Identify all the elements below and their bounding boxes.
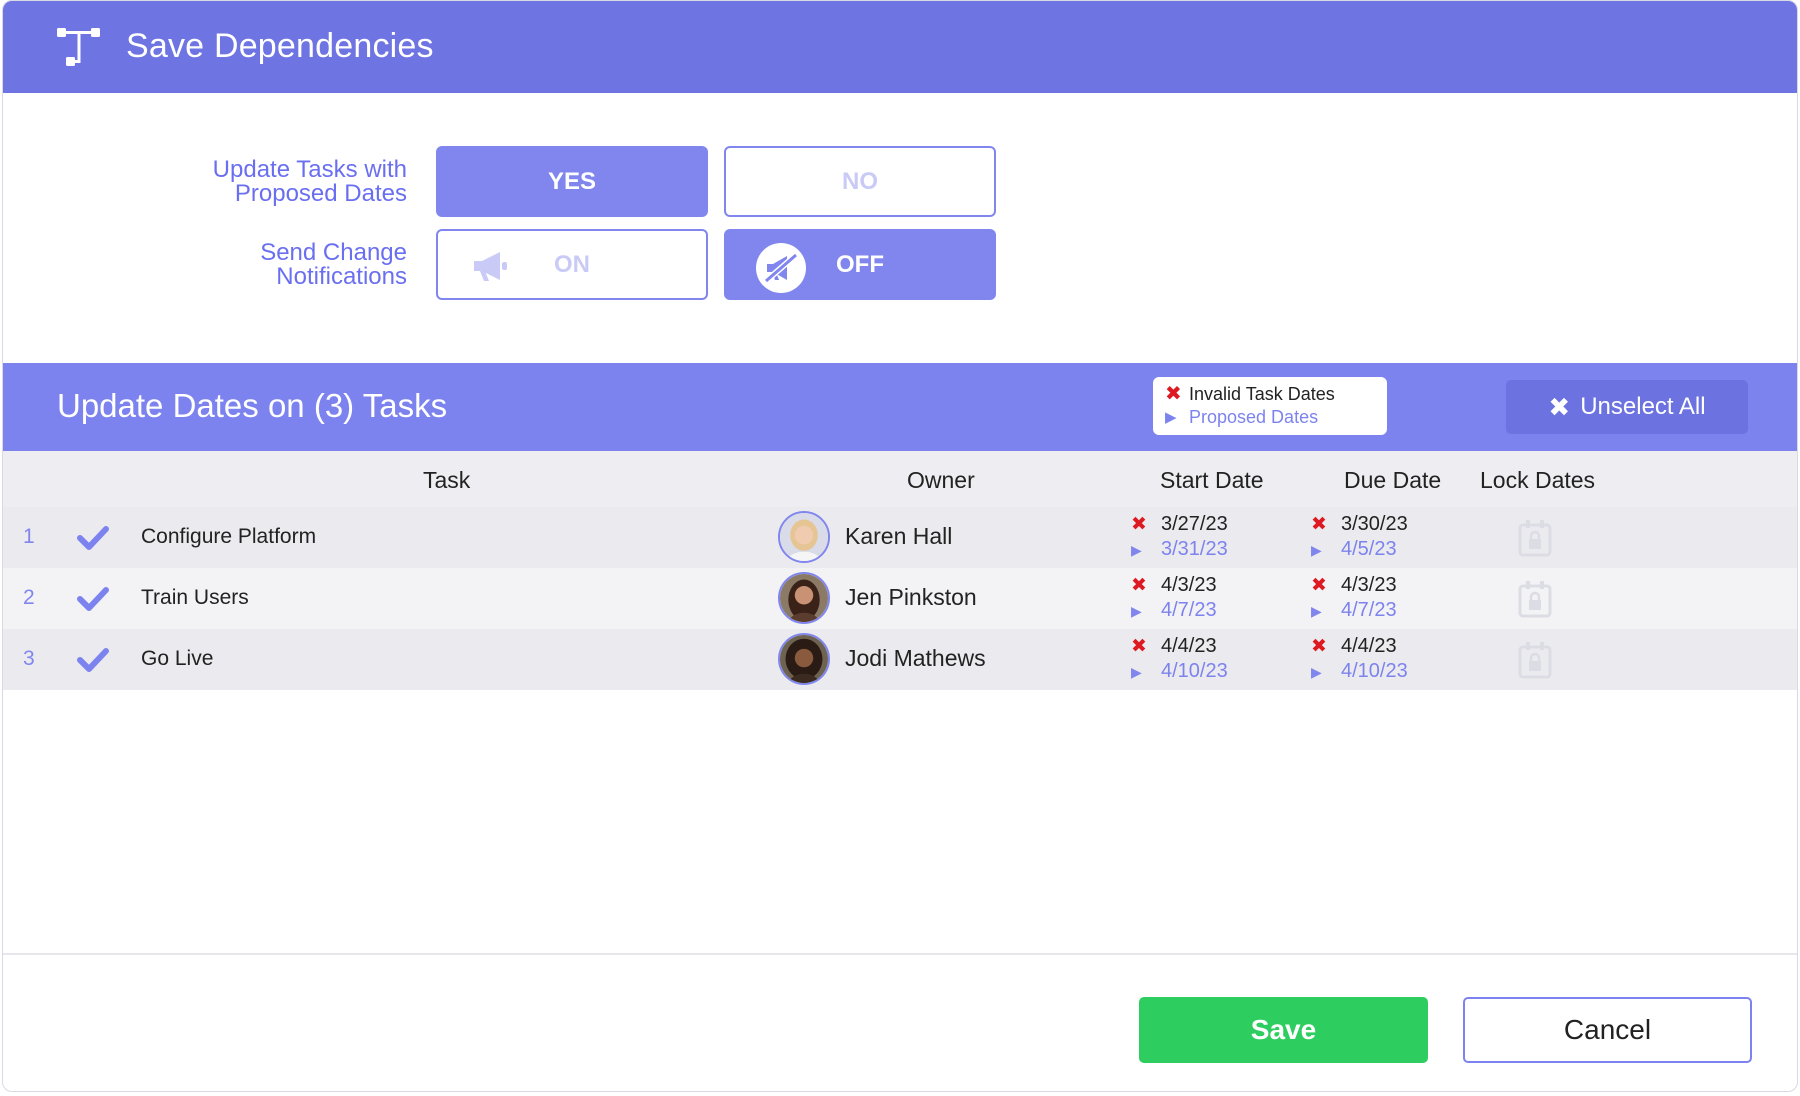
update-tasks-label: Update Tasks with Proposed Dates [213, 158, 407, 206]
due-date-new: 4/7/23 [1341, 599, 1397, 621]
unselect-all-button[interactable]: ✖ Unselect All [1506, 380, 1748, 434]
proposed-arrow-icon: ▶ [1311, 603, 1322, 619]
calendar-lock-icon[interactable] [1518, 519, 1552, 557]
invalid-x-icon: ✖ [1131, 575, 1147, 596]
invalid-x-icon: ✖ [1311, 514, 1327, 535]
update-no-button[interactable]: NO [724, 146, 996, 217]
checkmark-icon[interactable] [77, 586, 109, 612]
table-row[interactable]: 2 Train Users Jen Pinkston ✖ 4/3/23 ▶ 4/7/… [3, 568, 1797, 629]
table-row[interactable]: 1 Configure Platform Karen Hall ✖ 3/27/23… [3, 507, 1797, 568]
table-row[interactable]: 3 Go Live Jodi Mathews ✖ 4/4/23 ▶ 4/10/23 … [3, 629, 1797, 690]
dialog-title: Save Dependencies [126, 27, 434, 65]
calendar-lock-icon[interactable] [1518, 580, 1552, 618]
col-owner: Owner [907, 467, 975, 493]
notifications-on-button[interactable]: ON [436, 229, 708, 300]
update-tasks-label-line2: Proposed Dates [234, 180, 407, 207]
notifications-label: Send Change Notifications [260, 241, 407, 289]
invalid-x-icon: ✖ [1131, 636, 1147, 657]
legend: ✖ Invalid Task Dates ▶ Proposed Dates [1153, 377, 1387, 435]
invalid-x-icon: ✖ [1311, 575, 1327, 596]
proposed-arrow-icon: ▶ [1131, 542, 1142, 558]
proposed-arrow-icon: ▶ [1311, 664, 1322, 680]
due-date-old: 4/3/23 [1341, 574, 1397, 596]
proposed-arrow-icon: ▶ [1165, 409, 1177, 426]
due-date-old: 3/30/23 [1341, 513, 1408, 535]
task-name: Train Users [141, 586, 249, 609]
notifications-label-line1: Send Change [260, 239, 407, 266]
footer-divider [3, 953, 1797, 955]
due-dates: ✖ 4/3/23 ▶ 4/7/23 [1311, 573, 1397, 624]
proposed-arrow-icon: ▶ [1131, 664, 1142, 680]
notifications-on-label: ON [554, 250, 590, 278]
dialog-header: Save Dependencies [3, 1, 1797, 93]
section-title: Update Dates on (3) Tasks [57, 387, 448, 424]
start-date-new: 4/10/23 [1161, 660, 1228, 682]
proposed-arrow-icon: ▶ [1311, 542, 1322, 558]
update-yes-button[interactable]: YES [436, 146, 708, 217]
tasks-section-header: Update Dates on (3) Tasks ✖ Invalid Task… [3, 363, 1797, 451]
start-dates: ✖ 3/27/23 ▶ 3/31/23 [1131, 512, 1228, 563]
owner-name: Karen Hall [845, 523, 953, 549]
row-number: 1 [23, 525, 35, 548]
row-number: 2 [23, 586, 35, 609]
cancel-button[interactable]: Cancel [1463, 997, 1752, 1063]
col-lock-dates: Lock Dates [1480, 467, 1596, 493]
start-dates: ✖ 4/3/23 ▶ 4/7/23 [1131, 573, 1217, 624]
invalid-x-icon: ✖ [1165, 383, 1182, 405]
notifications-off-button[interactable]: OFF [724, 229, 996, 300]
proposed-arrow-icon: ▶ [1131, 603, 1142, 619]
close-icon: ✖ [1548, 391, 1571, 422]
owner-name: Jen Pinkston [845, 584, 977, 610]
legend-proposed-label: Proposed Dates [1189, 407, 1319, 427]
save-button[interactable]: Save [1139, 997, 1428, 1063]
avatar [778, 633, 830, 685]
start-dates: ✖ 4/4/23 ▶ 4/10/23 [1131, 634, 1228, 685]
checkmark-icon[interactable] [77, 647, 109, 673]
dependencies-icon [57, 28, 100, 66]
start-date-old: 4/3/23 [1161, 574, 1217, 596]
avatar [778, 511, 830, 563]
notifications-label-line2: Notifications [276, 263, 407, 290]
megaphone-icon [474, 252, 507, 281]
start-date-new: 3/31/23 [1161, 538, 1228, 560]
avatar [778, 572, 830, 624]
col-task: Task [423, 467, 471, 493]
task-name: Configure Platform [141, 525, 317, 548]
col-due-date: Due Date [1344, 467, 1442, 493]
invalid-x-icon: ✖ [1311, 636, 1327, 657]
table-header: Task Owner Start Date Due Date Lock Date… [3, 451, 1797, 507]
owner-name: Jodi Mathews [845, 645, 986, 671]
due-date-new: 4/5/23 [1341, 538, 1397, 560]
due-dates: ✖ 3/30/23 ▶ 4/5/23 [1311, 512, 1408, 563]
due-dates: ✖ 4/4/23 ▶ 4/10/23 [1311, 634, 1408, 685]
calendar-lock-icon[interactable] [1518, 641, 1552, 679]
start-date-old: 4/4/23 [1161, 635, 1217, 657]
legend-invalid-label: Invalid Task Dates [1189, 384, 1335, 404]
due-date-old: 4/4/23 [1341, 635, 1397, 657]
notifications-off-label: OFF [836, 250, 884, 278]
task-name: Go Live [141, 647, 214, 670]
invalid-x-icon: ✖ [1131, 514, 1147, 535]
row-number: 3 [23, 647, 35, 670]
start-date-new: 4/7/23 [1161, 599, 1217, 621]
due-date-new: 4/10/23 [1341, 660, 1408, 682]
checkmark-icon[interactable] [77, 525, 109, 551]
unselect-all-label: Unselect All [1580, 393, 1706, 420]
update-tasks-label-line1: Update Tasks with [212, 156, 407, 183]
col-start-date: Start Date [1160, 467, 1264, 493]
muted-megaphone-icon [756, 243, 806, 293]
update-yes-label: YES [547, 167, 597, 195]
save-dependencies-dialog: Save Dependencies Update Tasks with Prop… [2, 0, 1798, 1092]
update-no-label: NO [842, 167, 878, 195]
start-date-old: 3/27/23 [1161, 513, 1228, 535]
